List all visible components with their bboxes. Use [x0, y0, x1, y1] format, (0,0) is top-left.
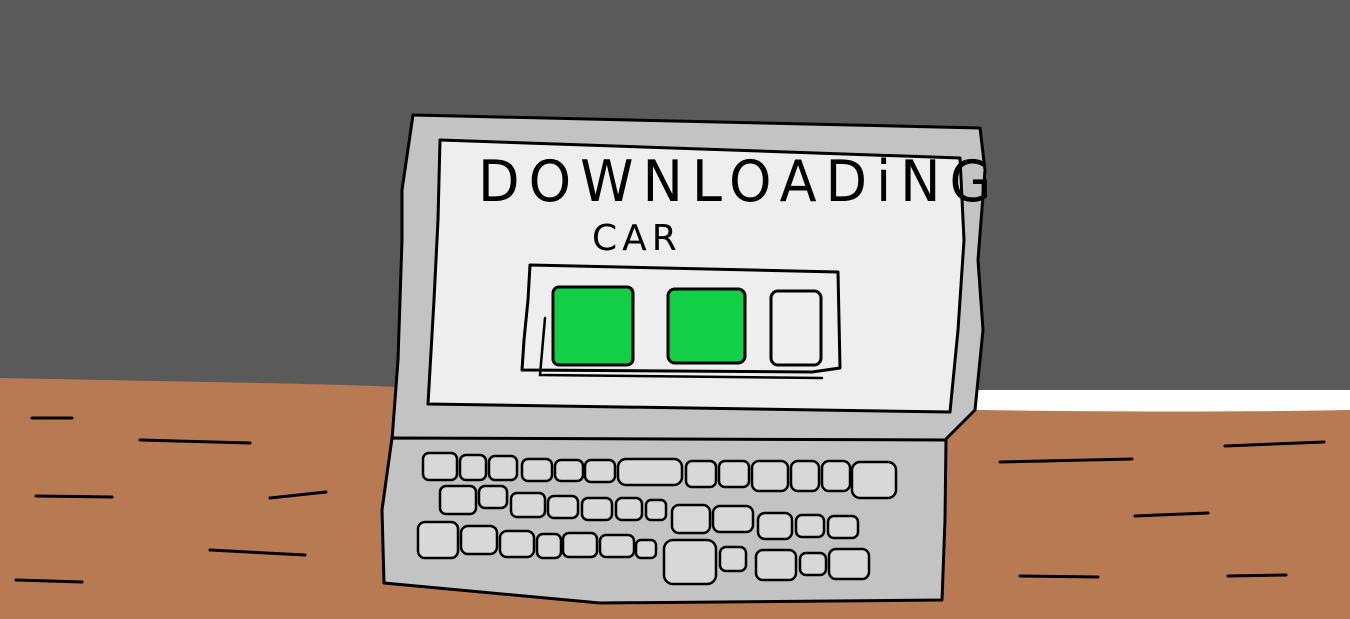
- progress-segment-3: [769, 289, 823, 367]
- key: [718, 545, 748, 573]
- key: [670, 503, 712, 535]
- key: [798, 551, 828, 577]
- key: [820, 459, 852, 493]
- key: [580, 496, 614, 522]
- screen-title: DOWNLOADiNG: [478, 148, 1001, 215]
- progress-segment-2: [666, 287, 747, 365]
- key: [553, 458, 585, 483]
- key: [614, 496, 644, 522]
- key: [438, 484, 478, 516]
- key: [789, 459, 821, 493]
- key: [662, 538, 718, 586]
- key: [598, 533, 636, 559]
- key: [509, 491, 547, 519]
- key: [826, 514, 860, 540]
- progress-segment-1: [551, 285, 635, 367]
- key: [754, 548, 798, 582]
- key: [616, 457, 684, 487]
- key: [561, 531, 599, 559]
- key: [459, 524, 499, 556]
- key: [827, 547, 871, 581]
- key: [756, 511, 794, 541]
- laptop-scene: [0, 0, 1350, 619]
- key: [546, 494, 580, 520]
- key: [477, 484, 509, 510]
- key: [711, 504, 755, 534]
- key: [634, 538, 658, 560]
- key: [684, 459, 718, 489]
- key: [487, 454, 519, 482]
- key: [535, 532, 563, 560]
- key: [717, 459, 751, 489]
- key: [583, 458, 617, 484]
- key: [850, 460, 898, 500]
- key: [498, 529, 536, 559]
- screen-subtitle: CAR: [592, 218, 682, 259]
- key: [644, 498, 668, 522]
- key: [794, 513, 826, 539]
- key: [421, 451, 459, 482]
- key: [520, 457, 554, 483]
- key: [458, 453, 488, 482]
- key: [416, 520, 460, 560]
- key: [750, 459, 790, 493]
